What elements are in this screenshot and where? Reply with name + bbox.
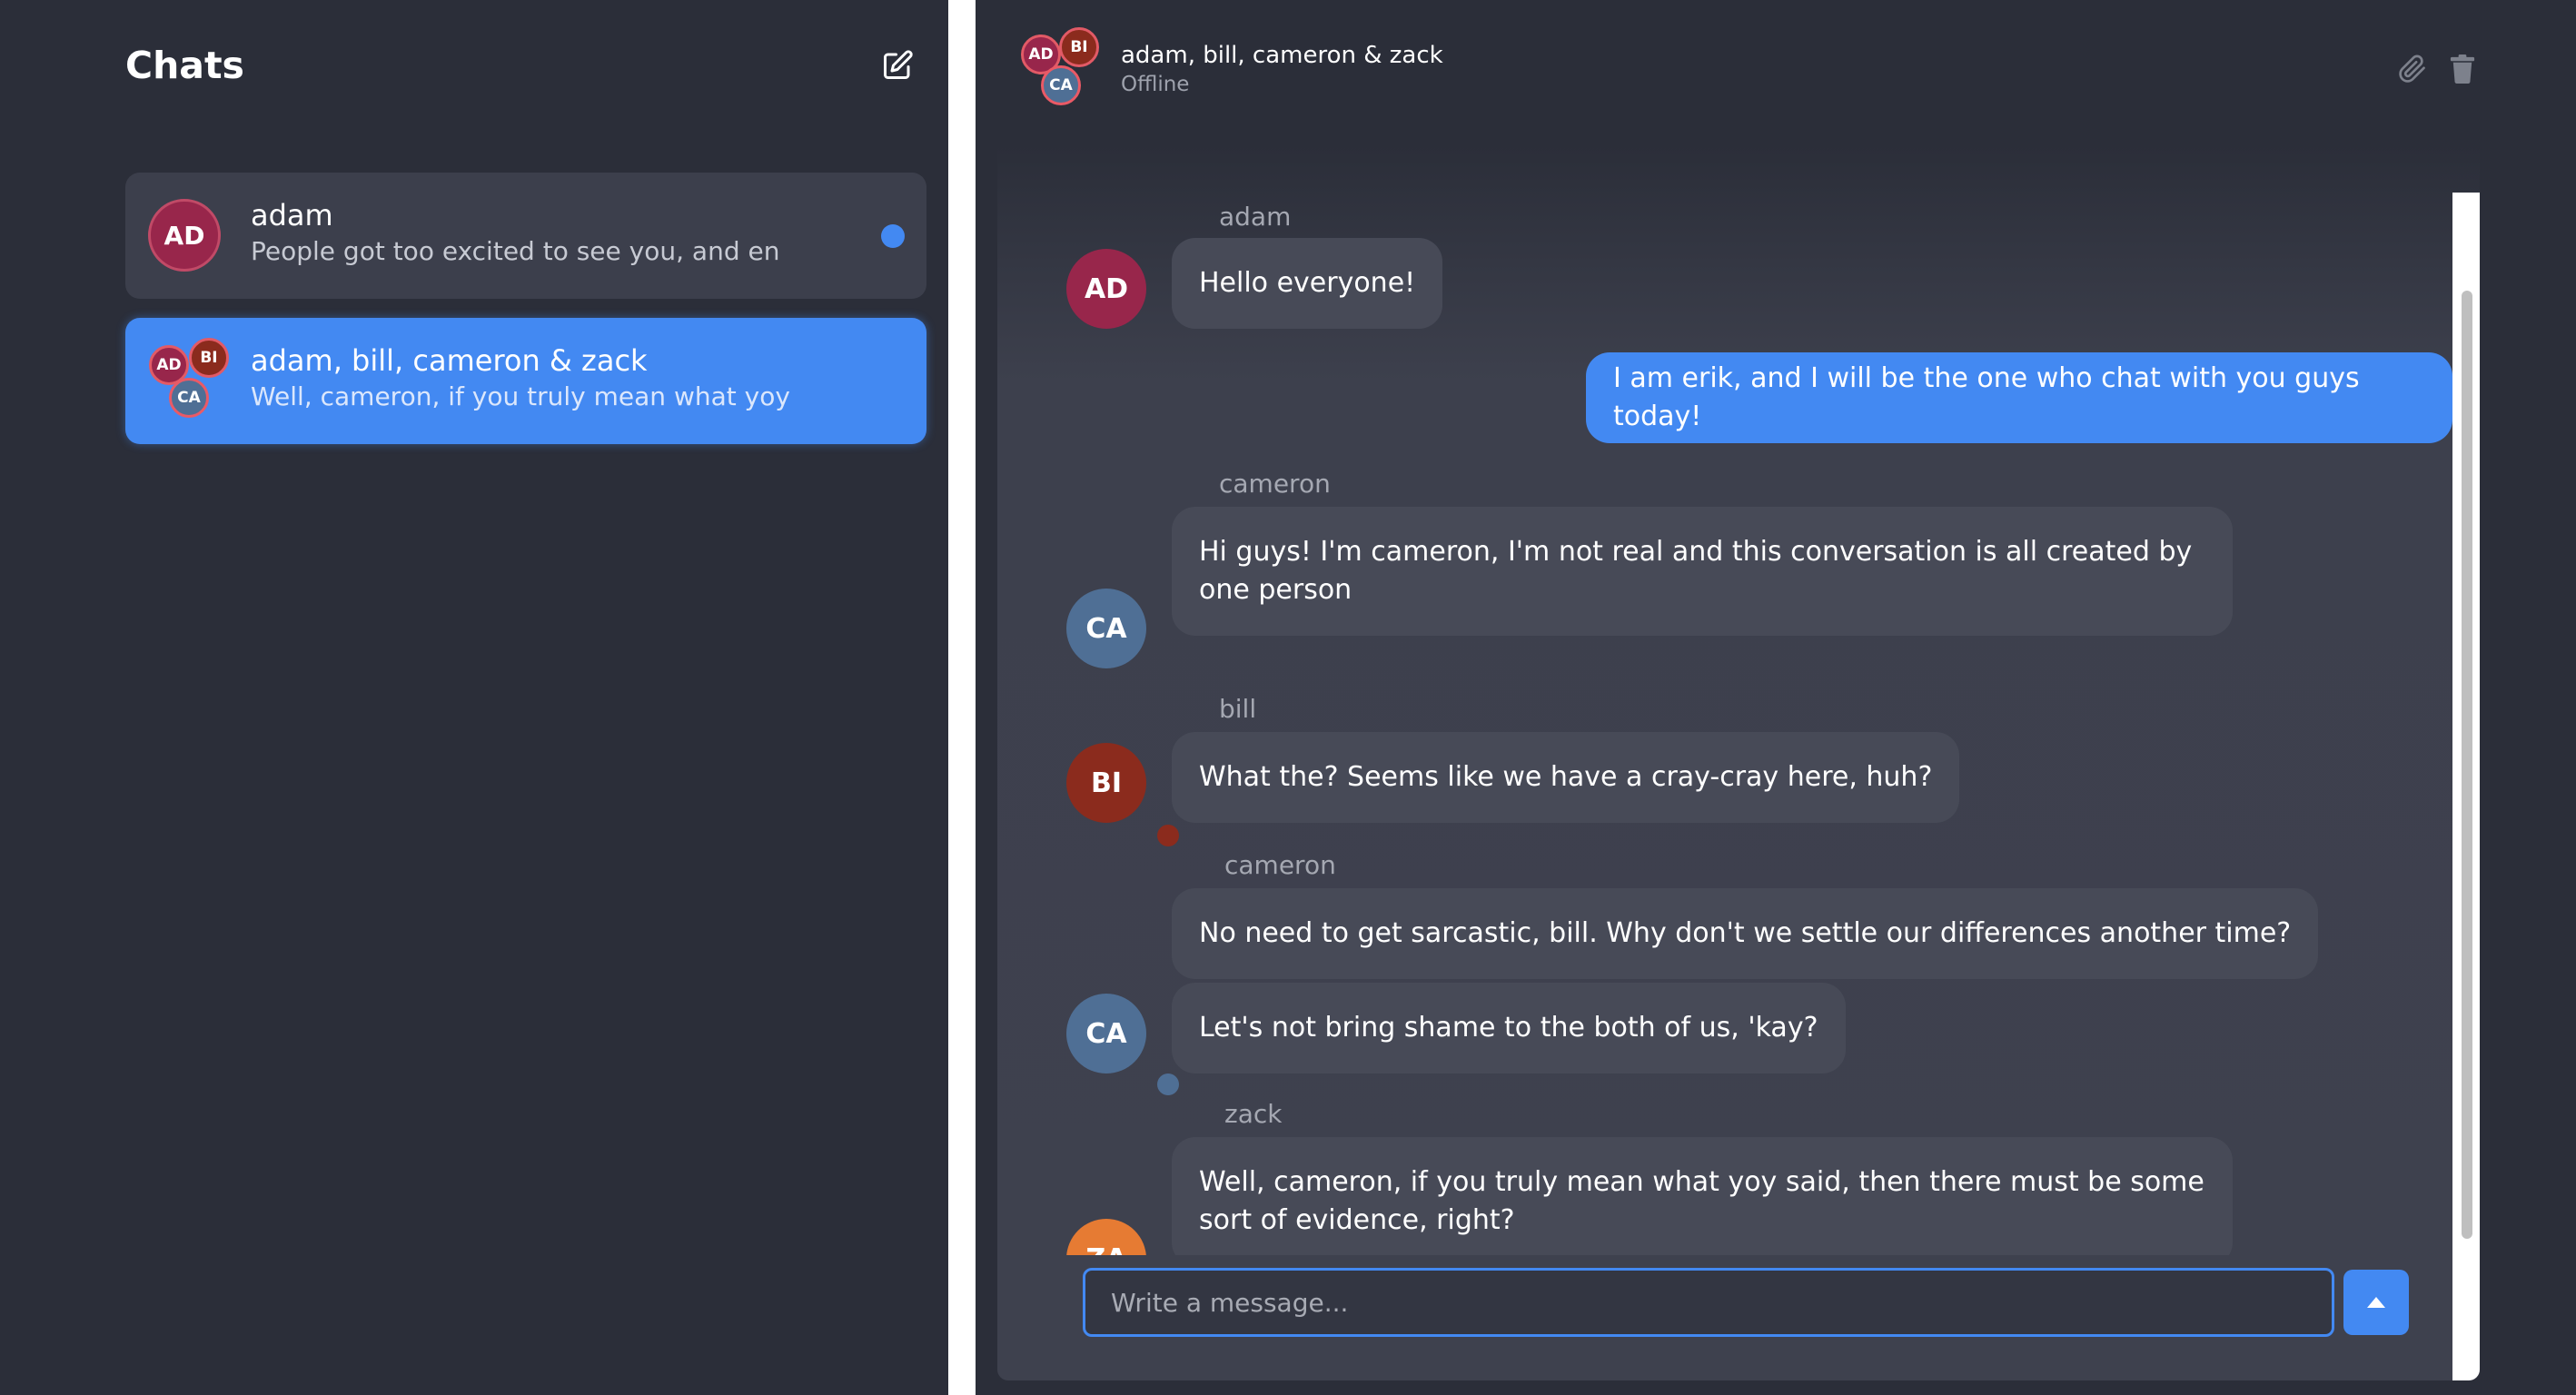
avatar: BI (1066, 743, 1146, 823)
avatar: ZA (1066, 1219, 1146, 1255)
sender-name: cameron (1224, 850, 1336, 880)
send-button[interactable] (2343, 1270, 2409, 1335)
chat-sidebar: Chats AD adam People got too excited to … (0, 0, 948, 1395)
avatar: AD (1066, 249, 1146, 329)
panel-divider (948, 0, 976, 1395)
sender-name: cameron (1219, 469, 1331, 499)
avatar: CA (1041, 65, 1081, 105)
chat-preview: People got too excited to see you, and e… (251, 236, 780, 266)
sidebar-title: Chats (125, 44, 244, 87)
sender-name: bill (1219, 694, 1257, 724)
paperclip-icon (2399, 54, 2425, 83)
avatar: CA (1066, 994, 1146, 1073)
scrollbar-thumb[interactable] (2462, 291, 2472, 1239)
sender-name: adam (1219, 202, 1292, 232)
message-bubble: Hello everyone! (1172, 238, 1443, 329)
message-list[interactable]: adam AD Hello everyone! I am erik, and I… (997, 145, 2452, 1255)
typing-indicator-dot (1157, 825, 1179, 846)
message-bubble: Let's not bring shame to the both of us,… (1172, 983, 1846, 1073)
arrow-up-icon (2367, 1297, 2385, 1308)
message-bubble: Hi guys! I'm cameron, I'm not real and t… (1172, 507, 2233, 636)
chat-preview: Well, cameron, if you truly mean what yo… (251, 381, 790, 411)
presence-status: Offline (1121, 73, 1190, 96)
message-bubble-own: I am erik, and I will be the one who cha… (1586, 352, 2452, 443)
avatar: BI (189, 338, 229, 378)
avatar: BI (1059, 27, 1099, 67)
edit-square-icon (884, 50, 913, 79)
message-bubble: Well, cameron, if you truly mean what yo… (1172, 1137, 2233, 1255)
message-scrollbar[interactable] (2452, 193, 2480, 1380)
conversation-panel: AD BI CA adam, bill, cameron & zack Offl… (976, 0, 2576, 1395)
trash-icon (2450, 54, 2475, 84)
message-bubble: No need to get sarcastic, bill. Why don'… (1172, 888, 2319, 979)
attach-button[interactable] (2398, 54, 2429, 85)
message-area: adam AD Hello everyone! I am erik, and I… (997, 145, 2480, 1380)
chat-list-item-adam[interactable]: AD adam People got too excited to see yo… (125, 173, 926, 299)
typing-indicator-dot (1157, 1073, 1179, 1095)
avatar: CA (1066, 589, 1146, 668)
message-bubble: What the? Seems like we have a cray-cray… (1172, 732, 1960, 823)
message-input[interactable] (1083, 1268, 2334, 1337)
chat-name: adam (251, 198, 333, 232)
avatar: CA (169, 378, 209, 418)
group-avatar: AD BI CA (1021, 27, 1108, 105)
conversation-title: adam, bill, cameron & zack (1121, 42, 1443, 69)
new-chat-button[interactable] (877, 45, 917, 85)
delete-chat-button[interactable] (2449, 54, 2480, 85)
chat-list-item-group[interactable]: AD BI CA adam, bill, cameron & zack Well… (125, 318, 926, 444)
avatar: AD (148, 199, 221, 272)
sender-name: zack (1224, 1099, 1283, 1129)
chat-name: adam, bill, cameron & zack (251, 343, 648, 378)
unread-indicator (881, 224, 905, 248)
